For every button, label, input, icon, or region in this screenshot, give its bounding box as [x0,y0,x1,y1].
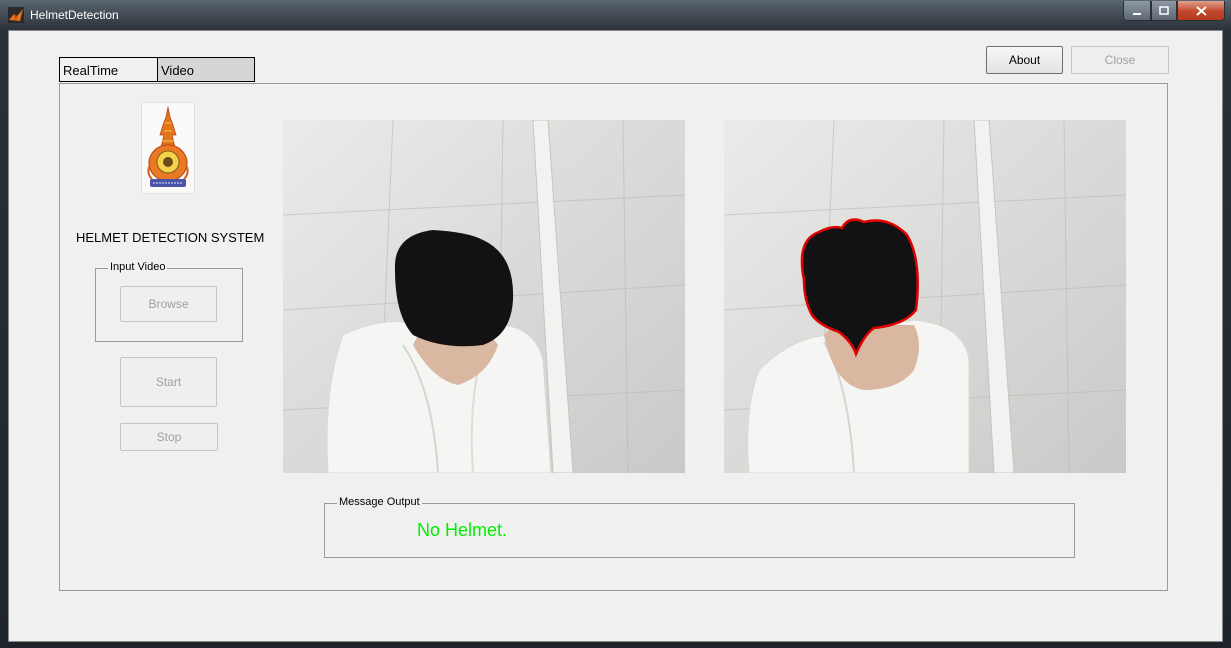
tab-video[interactable]: Video [157,57,255,82]
close-button[interactable]: Close [1071,46,1169,74]
app-window: HelmetDetection RealTime Video About Clo… [0,0,1231,648]
stop-button[interactable]: Stop [120,423,218,451]
title-bar[interactable]: HelmetDetection [0,0,1231,30]
input-video-frame [283,120,685,473]
about-button[interactable]: About [986,46,1063,74]
logo-emblem [147,106,189,187]
message-output-group: Message Output No Helmet. [324,496,1075,558]
maximize-icon [1159,5,1169,15]
tab-realtime[interactable]: RealTime [59,57,158,82]
close-icon [1195,5,1207,16]
camera-frame-detection [724,120,1126,473]
university-logo [141,102,195,194]
minimize-button[interactable] [1123,1,1151,21]
camera-frame-original [283,120,685,473]
detection-result-frame [724,120,1126,473]
input-video-group-label: Input Video [108,261,168,273]
message-output-label: Message Output [337,496,422,508]
client-area: RealTime Video About Close HELMET DETECT… [8,30,1223,642]
browse-button[interactable]: Browse [120,286,217,322]
maximize-button[interactable] [1151,1,1177,21]
system-title: HELMET DETECTION SYSTEM [76,230,265,245]
window-title: HelmetDetection [30,8,119,22]
detection-message: No Helmet. [417,520,508,540]
start-button[interactable]: Start [120,357,217,407]
window-close-button[interactable] [1177,1,1225,21]
matlab-app-icon [8,7,24,23]
minimize-icon [1133,12,1141,15]
